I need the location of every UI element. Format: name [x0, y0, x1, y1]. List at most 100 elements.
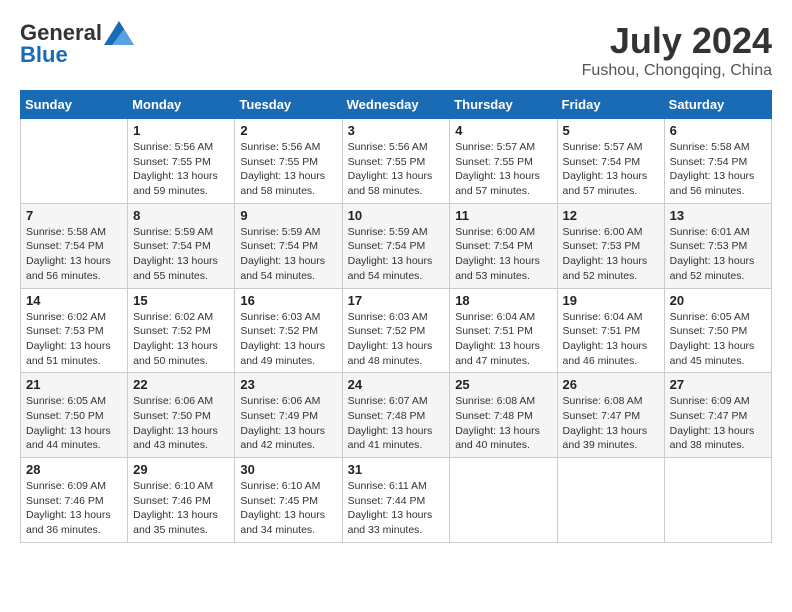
day-number: 9	[240, 208, 336, 223]
logo-blue-text: Blue	[20, 42, 68, 68]
calendar-cell: 4 Sunrise: 5:57 AMSunset: 7:55 PMDaylight…	[450, 119, 557, 204]
calendar-cell: 8 Sunrise: 5:59 AMSunset: 7:54 PMDaylight…	[128, 203, 235, 288]
day-number: 17	[348, 293, 445, 308]
calendar-week-row: 21 Sunrise: 6:05 AMSunset: 7:50 PMDayligh…	[21, 373, 772, 458]
logo-icon	[104, 21, 134, 45]
day-number: 30	[240, 462, 336, 477]
calendar-cell: 21 Sunrise: 6:05 AMSunset: 7:50 PMDayligh…	[21, 373, 128, 458]
calendar-cell: 6Sunrise: 5:58 AMSunset: 7:54 PMDaylight…	[664, 119, 771, 204]
calendar-cell: 14 Sunrise: 6:02 AMSunset: 7:53 PMDayligh…	[21, 288, 128, 373]
day-number: 2	[240, 123, 336, 138]
calendar-cell: 5 Sunrise: 5:57 AMSunset: 7:54 PMDaylight…	[557, 119, 664, 204]
day-number: 20	[670, 293, 766, 308]
logo: General Blue	[20, 20, 134, 68]
calendar-cell: 27 Sunrise: 6:09 AMSunset: 7:47 PMDayligh…	[664, 373, 771, 458]
cell-info: Sunrise: 5:59 AMSunset: 7:54 PMDaylight:…	[348, 225, 445, 284]
day-number: 4	[455, 123, 551, 138]
day-number: 14	[26, 293, 122, 308]
calendar-cell: 22 Sunrise: 6:06 AMSunset: 7:50 PMDayligh…	[128, 373, 235, 458]
calendar-cell: 25 Sunrise: 6:08 AMSunset: 7:48 PMDayligh…	[450, 373, 557, 458]
column-header-friday: Friday	[557, 91, 664, 119]
day-number: 25	[455, 377, 551, 392]
calendar-table: SundayMondayTuesdayWednesdayThursdayFrid…	[20, 90, 772, 543]
calendar-cell: 19Sunrise: 6:04 AMSunset: 7:51 PMDayligh…	[557, 288, 664, 373]
cell-info: Sunrise: 5:59 AMSunset: 7:54 PMDaylight:…	[133, 225, 229, 284]
cell-info: Sunrise: 6:02 AMSunset: 7:53 PMDaylight:…	[26, 310, 122, 369]
calendar-cell	[557, 458, 664, 543]
day-number: 5	[563, 123, 659, 138]
cell-info: Sunrise: 6:01 AMSunset: 7:53 PMDaylight:…	[670, 225, 766, 284]
calendar-cell: 31Sunrise: 6:11 AMSunset: 7:44 PMDayligh…	[342, 458, 450, 543]
cell-info: Sunrise: 6:04 AMSunset: 7:51 PMDaylight:…	[563, 310, 659, 369]
calendar-cell: 13 Sunrise: 6:01 AMSunset: 7:53 PMDayligh…	[664, 203, 771, 288]
calendar-cell	[21, 119, 128, 204]
cell-info: Sunrise: 6:00 AMSunset: 7:53 PMDaylight:…	[563, 225, 659, 284]
day-number: 18	[455, 293, 551, 308]
day-number: 23	[240, 377, 336, 392]
cell-info: Sunrise: 6:02 AMSunset: 7:52 PMDaylight:…	[133, 310, 229, 369]
calendar-cell: 28Sunrise: 6:09 AMSunset: 7:46 PMDayligh…	[21, 458, 128, 543]
day-number: 3	[348, 123, 445, 138]
calendar-header-row: SundayMondayTuesdayWednesdayThursdayFrid…	[21, 91, 772, 119]
cell-info: Sunrise: 6:00 AMSunset: 7:54 PMDaylight:…	[455, 225, 551, 284]
day-number: 10	[348, 208, 445, 223]
day-number: 7	[26, 208, 122, 223]
day-number: 24	[348, 377, 445, 392]
cell-info: Sunrise: 5:57 AMSunset: 7:54 PMDaylight:…	[563, 140, 659, 199]
cell-info: Sunrise: 6:05 AMSunset: 7:50 PMDaylight:…	[670, 310, 766, 369]
cell-info: Sunrise: 6:06 AMSunset: 7:50 PMDaylight:…	[133, 394, 229, 453]
day-number: 31	[348, 462, 445, 477]
cell-info: Sunrise: 5:56 AMSunset: 7:55 PMDaylight:…	[348, 140, 445, 199]
day-number: 11	[455, 208, 551, 223]
cell-info: Sunrise: 6:03 AMSunset: 7:52 PMDaylight:…	[240, 310, 336, 369]
cell-info: Sunrise: 6:10 AMSunset: 7:46 PMDaylight:…	[133, 479, 229, 538]
day-number: 13	[670, 208, 766, 223]
calendar-cell: 23 Sunrise: 6:06 AMSunset: 7:49 PMDayligh…	[235, 373, 342, 458]
calendar-cell	[664, 458, 771, 543]
calendar-cell	[450, 458, 557, 543]
day-number: 27	[670, 377, 766, 392]
calendar-cell: 29 Sunrise: 6:10 AMSunset: 7:46 PMDayligh…	[128, 458, 235, 543]
cell-info: Sunrise: 6:04 AMSunset: 7:51 PMDaylight:…	[455, 310, 551, 369]
column-header-wednesday: Wednesday	[342, 91, 450, 119]
calendar-cell: 10 Sunrise: 5:59 AMSunset: 7:54 PMDayligh…	[342, 203, 450, 288]
calendar-cell: 24 Sunrise: 6:07 AMSunset: 7:48 PMDayligh…	[342, 373, 450, 458]
cell-info: Sunrise: 6:10 AMSunset: 7:45 PMDaylight:…	[240, 479, 336, 538]
calendar-cell: 2 Sunrise: 5:56 AMSunset: 7:55 PMDaylight…	[235, 119, 342, 204]
day-number: 29	[133, 462, 229, 477]
cell-info: Sunrise: 6:07 AMSunset: 7:48 PMDaylight:…	[348, 394, 445, 453]
calendar-week-row: 1 Sunrise: 5:56 AMSunset: 7:55 PMDaylight…	[21, 119, 772, 204]
cell-info: Sunrise: 6:05 AMSunset: 7:50 PMDaylight:…	[26, 394, 122, 453]
day-number: 22	[133, 377, 229, 392]
cell-info: Sunrise: 5:56 AMSunset: 7:55 PMDaylight:…	[240, 140, 336, 199]
day-number: 12	[563, 208, 659, 223]
day-number: 16	[240, 293, 336, 308]
calendar-cell: 18 Sunrise: 6:04 AMSunset: 7:51 PMDayligh…	[450, 288, 557, 373]
day-number: 1	[133, 123, 229, 138]
cell-info: Sunrise: 5:57 AMSunset: 7:55 PMDaylight:…	[455, 140, 551, 199]
cell-info: Sunrise: 6:06 AMSunset: 7:49 PMDaylight:…	[240, 394, 336, 453]
day-number: 8	[133, 208, 229, 223]
calendar-cell: 3 Sunrise: 5:56 AMSunset: 7:55 PMDaylight…	[342, 119, 450, 204]
location-subtitle: Fushou, Chongqing, China	[582, 62, 772, 80]
cell-info: Sunrise: 5:58 AMSunset: 7:54 PMDaylight:…	[26, 225, 122, 284]
calendar-week-row: 14 Sunrise: 6:02 AMSunset: 7:53 PMDayligh…	[21, 288, 772, 373]
calendar-cell: 20 Sunrise: 6:05 AMSunset: 7:50 PMDayligh…	[664, 288, 771, 373]
column-header-monday: Monday	[128, 91, 235, 119]
column-header-thursday: Thursday	[450, 91, 557, 119]
cell-info: Sunrise: 6:09 AMSunset: 7:46 PMDaylight:…	[26, 479, 122, 538]
column-header-sunday: Sunday	[21, 91, 128, 119]
cell-info: Sunrise: 5:58 AMSunset: 7:54 PMDaylight:…	[670, 140, 766, 199]
cell-info: Sunrise: 5:59 AMSunset: 7:54 PMDaylight:…	[240, 225, 336, 284]
day-number: 21	[26, 377, 122, 392]
calendar-week-row: 28Sunrise: 6:09 AMSunset: 7:46 PMDayligh…	[21, 458, 772, 543]
month-year-title: July 2024	[582, 20, 772, 62]
cell-info: Sunrise: 6:09 AMSunset: 7:47 PMDaylight:…	[670, 394, 766, 453]
column-header-tuesday: Tuesday	[235, 91, 342, 119]
calendar-cell: 16 Sunrise: 6:03 AMSunset: 7:52 PMDayligh…	[235, 288, 342, 373]
calendar-week-row: 7 Sunrise: 5:58 AMSunset: 7:54 PMDaylight…	[21, 203, 772, 288]
cell-info: Sunrise: 6:08 AMSunset: 7:48 PMDaylight:…	[455, 394, 551, 453]
column-header-saturday: Saturday	[664, 91, 771, 119]
page-header: General Blue July 2024 Fushou, Chongqing…	[20, 20, 772, 80]
calendar-cell: 11 Sunrise: 6:00 AMSunset: 7:54 PMDayligh…	[450, 203, 557, 288]
